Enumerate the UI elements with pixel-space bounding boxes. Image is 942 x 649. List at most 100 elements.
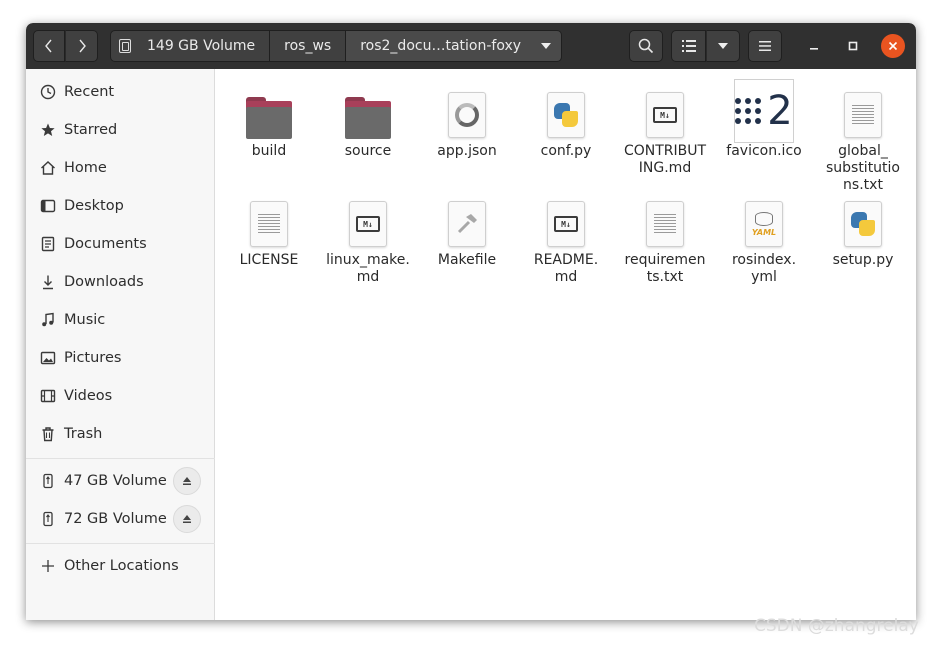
python-file-icon <box>542 91 590 139</box>
file-name: favicon.ico <box>726 143 802 159</box>
view-options-button[interactable] <box>706 30 740 62</box>
sidebar-item-label: Other Locations <box>64 558 179 574</box>
sidebar-item-label: Recent <box>64 84 115 100</box>
markdown-file-icon: M↓ <box>641 91 689 139</box>
sidebar-item-72gb-volume[interactable]: 72 GB Volume <box>26 500 215 538</box>
file-item-license[interactable]: LICENSE <box>221 200 317 269</box>
file-item-requirements-txt[interactable]: requiremen ts.txt <box>617 200 713 286</box>
file-name: setup.py <box>832 252 894 268</box>
sidebar-item-trash[interactable]: Trash <box>26 415 215 453</box>
file-name: build <box>251 143 287 159</box>
file-item-global-substitutions-txt[interactable]: global_ substitutio ns.txt <box>815 91 911 194</box>
file-grid: build source app.json conf.py M↓ CONTRIB… <box>216 69 916 620</box>
file-item-readme-md[interactable]: M↓ README. md <box>518 200 614 286</box>
close-button[interactable] <box>881 34 905 58</box>
sidebar-item-downloads[interactable]: Downloads <box>26 263 215 301</box>
eject-icon <box>183 477 191 485</box>
close-icon <box>888 41 898 51</box>
makefile-hammer-icon <box>443 200 491 248</box>
music-icon <box>40 312 56 328</box>
sidebar-item-starred[interactable]: Starred <box>26 111 215 149</box>
sidebar-item-documents[interactable]: Documents <box>26 225 215 263</box>
file-item-linux-make-md[interactable]: M↓ linux_make. md <box>320 200 416 286</box>
sidebar-item-label: Starred <box>64 122 118 138</box>
sidebar-item-recent[interactable]: Recent <box>26 73 215 111</box>
file-name: README. md <box>533 252 599 285</box>
sidebar-item-label: Trash <box>64 426 103 442</box>
file-item-source[interactable]: source <box>320 91 416 160</box>
file-item-favicon-ico[interactable]: 2 favicon.ico <box>716 79 812 160</box>
file-name: Makefile <box>437 252 497 268</box>
file-item-contributing-md[interactable]: M↓ CONTRIBUT ING.md <box>617 91 713 177</box>
file-name: conf.py <box>540 143 592 159</box>
downloads-icon <box>40 274 56 290</box>
markdown-file-icon: M↓ <box>542 200 590 248</box>
sidebar-item-47gb-volume[interactable]: 47 GB Volume <box>26 462 215 500</box>
back-button[interactable] <box>33 30 65 62</box>
breadcrumb: 149 GB Volume ros_ws ros2_docu…tation-fo… <box>110 30 563 62</box>
maximize-button[interactable] <box>841 34 865 58</box>
file-item-conf-py[interactable]: conf.py <box>518 91 614 160</box>
forward-button[interactable] <box>65 30 98 62</box>
list-view-button[interactable] <box>671 30 706 62</box>
breadcrumb-volume[interactable]: 149 GB Volume <box>110 30 271 62</box>
hamburger-menu-icon <box>759 41 771 51</box>
usb-drive-icon <box>40 511 56 527</box>
minimize-icon <box>810 48 818 50</box>
file-item-setup-py[interactable]: setup.py <box>815 200 911 269</box>
folder-icon <box>344 91 392 139</box>
star-icon <box>40 122 56 138</box>
maximize-icon <box>848 41 858 51</box>
minimize-button[interactable] <box>802 34 826 58</box>
breadcrumb-current-folder[interactable]: ros2_docu…tation-foxy <box>346 30 563 62</box>
eject-icon <box>183 515 191 523</box>
chevron-right-icon <box>78 39 86 53</box>
sidebar-item-label: 47 GB Volume <box>64 473 167 489</box>
eject-button[interactable] <box>173 505 201 533</box>
sidebar-item-videos[interactable]: Videos <box>26 377 215 415</box>
file-item-makefile[interactable]: Makefile <box>419 200 515 269</box>
sidebar-divider <box>26 458 215 459</box>
text-file-icon <box>641 200 689 248</box>
sidebar-item-label: Pictures <box>64 350 122 366</box>
file-item-app-json[interactable]: app.json <box>419 91 515 160</box>
sidebar: Recent Starred Home Desktop Documents Do… <box>26 69 215 620</box>
folder-icon <box>245 91 293 139</box>
documents-icon <box>40 236 56 252</box>
breadcrumb-label: 149 GB Volume <box>147 38 256 54</box>
plus-icon <box>40 558 56 574</box>
file-item-build[interactable]: build <box>221 91 317 160</box>
sidebar-item-other-locations[interactable]: Other Locations <box>26 547 215 585</box>
file-item-rosindex-yml[interactable]: YAML rosindex. yml <box>716 200 812 286</box>
sidebar-item-home[interactable]: Home <box>26 149 215 187</box>
eject-button[interactable] <box>173 467 201 495</box>
breadcrumb-label: ros2_docu…tation-foxy <box>360 38 522 54</box>
drive-icon <box>119 39 131 53</box>
desktop-icon <box>40 198 56 214</box>
sidebar-item-label: Desktop <box>64 198 124 214</box>
breadcrumb-label: ros_ws <box>284 38 332 54</box>
main-menu-button[interactable] <box>748 30 782 62</box>
breadcrumb-ros-ws[interactable]: ros_ws <box>270 30 347 62</box>
file-name: CONTRIBUT ING.md <box>623 143 707 176</box>
trash-icon <box>40 426 56 442</box>
text-file-icon <box>245 200 293 248</box>
sidebar-item-music[interactable]: Music <box>26 301 215 339</box>
sidebar-item-label: 72 GB Volume <box>64 511 167 527</box>
watermark: CSDN @zhangrelay <box>754 616 919 636</box>
sidebar-item-label: Music <box>64 312 106 328</box>
header-bar: 149 GB Volume ros_ws ros2_docu…tation-fo… <box>26 23 916 69</box>
sidebar-item-desktop[interactable]: Desktop <box>26 187 215 225</box>
chevron-left-icon <box>45 39 52 53</box>
usb-drive-icon <box>40 473 56 489</box>
home-icon <box>40 160 56 176</box>
chevron-down-icon <box>718 43 728 49</box>
search-button[interactable] <box>629 30 663 62</box>
file-manager-window: 149 GB Volume ros_ws ros2_docu…tation-fo… <box>26 23 916 620</box>
sidebar-item-label: Videos <box>64 388 113 404</box>
pictures-icon <box>40 350 56 366</box>
file-name: global_ substitutio ns.txt <box>825 143 901 193</box>
sidebar-item-pictures[interactable]: Pictures <box>26 339 215 377</box>
sidebar-divider <box>26 543 215 544</box>
yaml-file-icon: YAML <box>740 200 788 248</box>
